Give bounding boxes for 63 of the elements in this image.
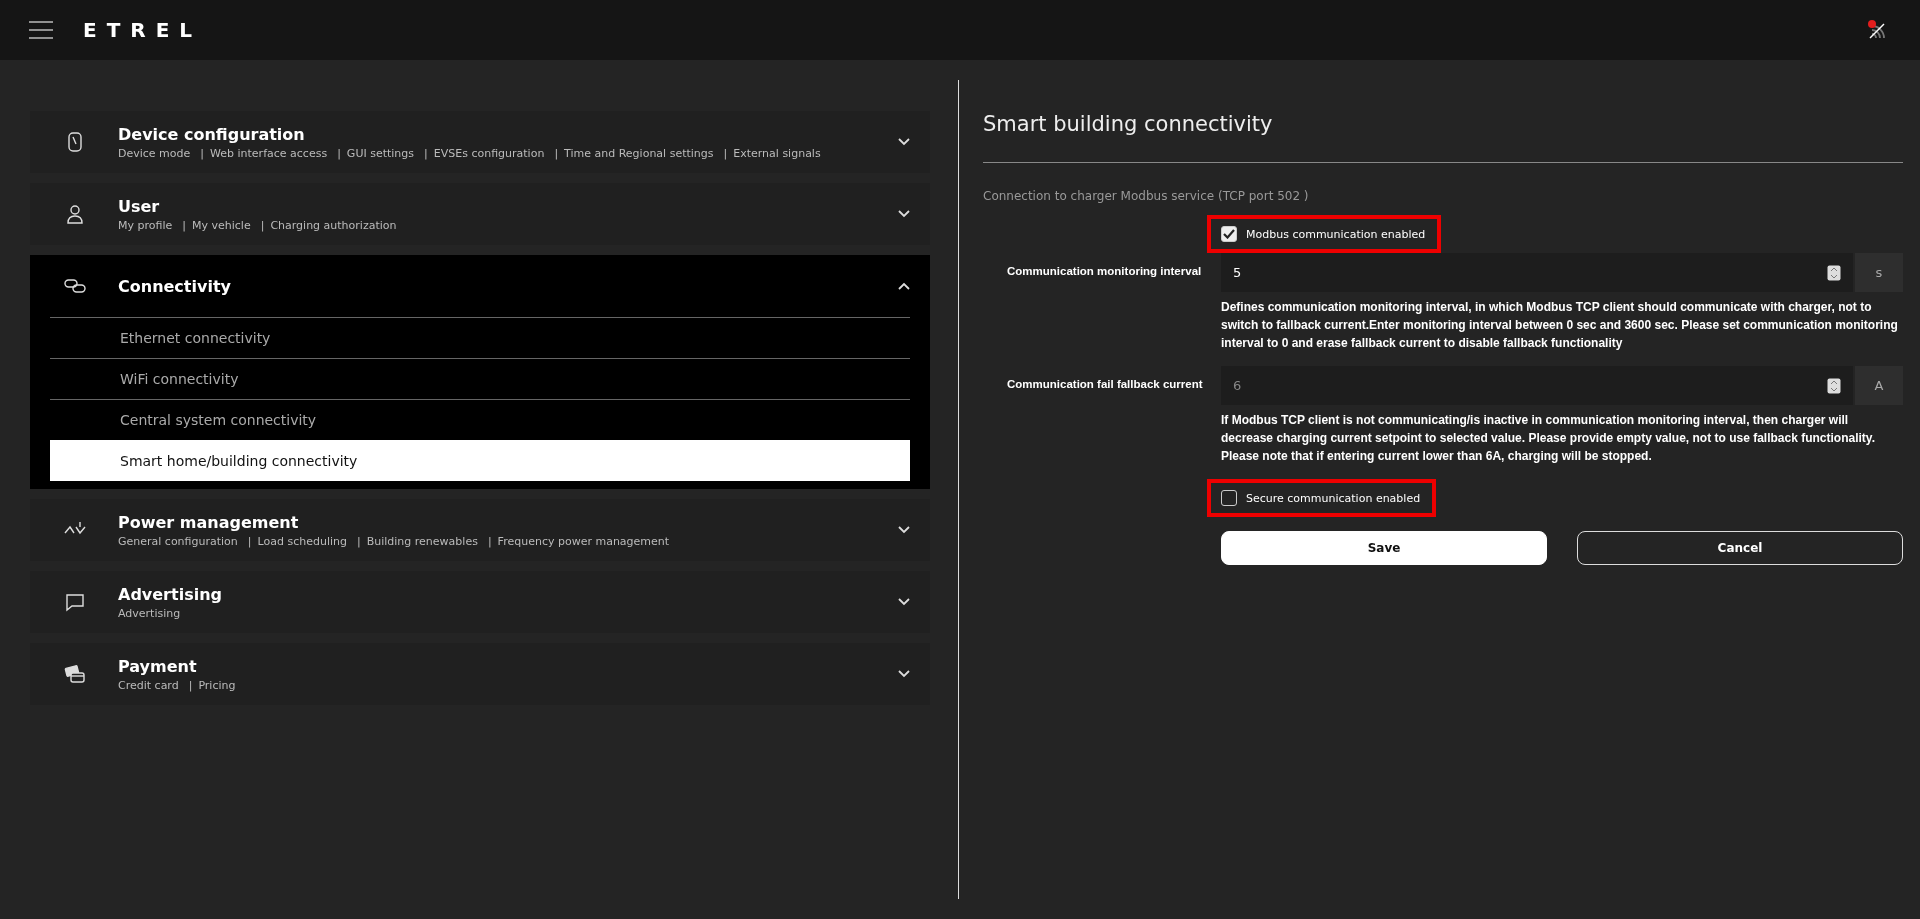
separator: |: [554, 146, 559, 160]
help-text: Defines communication monitoring interval, in which Modbus TCP client should communicate with charger, not to switch to fallback current.Enter monitoring interval between 0 sec and 3600 sec. Please set communication monitoring interval to 0 and erase fallback current to disable fallback functionality: [1221, 299, 1899, 352]
submenu-item[interactable]: Smart home/building connectivity: [50, 440, 910, 481]
section-subtitle: Connection to charger Modbus service (TCP port 502 ): [983, 189, 1310, 203]
section-link[interactable]: Credit card: [118, 678, 179, 692]
section-link[interactable]: GUI settings: [346, 146, 415, 160]
section-link[interactable]: External signals: [733, 146, 821, 160]
checkbox[interactable]: [1221, 490, 1237, 506]
section-title[interactable]: Connectivity: [118, 276, 898, 296]
section-link[interactable]: Frequency power management: [497, 534, 670, 548]
section-link[interactable]: Time and Regional settings: [564, 146, 714, 160]
user-icon: [64, 203, 86, 225]
field-label: Communication fail fallback current: [1006, 377, 1203, 390]
section-link[interactable]: Advertising: [118, 606, 181, 620]
help-text: If Modbus TCP client is not communicating/is inactive in communication monitoring interval, then charger will decrease charging current setpoint to selected value. Please provide empty value, not to use fallback functionality. Please note that if entering current lower than 6A, charging will be stopped.: [1221, 412, 1876, 465]
section-link[interactable]: General configuration: [118, 534, 238, 548]
separator: |: [337, 146, 341, 160]
chevron-down-icon[interactable]: [898, 670, 910, 678]
checkbox-option[interactable]: Secure communication enabled: [1207, 479, 1437, 517]
section-link[interactable]: Charging authorization: [270, 218, 397, 232]
section-link[interactable]: Load scheduling: [257, 534, 347, 548]
section-title[interactable]: Device configuration: [118, 124, 898, 144]
section-title[interactable]: User: [118, 196, 898, 216]
submenu-item[interactable]: WiFi connectivity: [50, 358, 910, 399]
separator: |: [723, 146, 728, 160]
spinner-icon[interactable]: [1827, 264, 1841, 281]
checkbox[interactable]: [1221, 226, 1237, 242]
save-button[interactable]: Save: [1221, 531, 1547, 565]
separator: |: [424, 146, 428, 160]
chat-icon: [64, 591, 86, 613]
section-title[interactable]: Power management: [118, 512, 898, 532]
unit-label: s: [1855, 253, 1903, 292]
section-link[interactable]: Web interface access: [210, 146, 328, 160]
submenu-item[interactable]: Ethernet connectivity: [50, 317, 910, 358]
section-title[interactable]: Advertising: [118, 584, 898, 604]
unit-label: A: [1855, 366, 1903, 405]
separator: |: [247, 534, 252, 548]
section-link[interactable]: My vehicle: [191, 218, 251, 232]
checkbox-option[interactable]: Modbus communication enabled: [1207, 215, 1442, 253]
section-link[interactable]: EVSEs configuration: [433, 146, 545, 160]
chevron-down-icon[interactable]: [898, 598, 910, 606]
section-title[interactable]: Payment: [118, 656, 898, 676]
cards-icon: [64, 663, 86, 685]
chevron-down-icon[interactable]: [898, 138, 910, 146]
page-title: Smart building connectivity: [983, 112, 1274, 136]
separator: |: [182, 218, 186, 232]
separator: |: [357, 534, 361, 548]
section-link[interactable]: Building renewables: [366, 534, 478, 548]
section-link[interactable]: Pricing: [198, 678, 236, 692]
menu-icon[interactable]: [29, 21, 53, 39]
separator: |: [487, 534, 492, 548]
separator: |: [200, 146, 205, 160]
logo: ETREL: [83, 18, 203, 42]
field-label: Communication monitoring interval: [1006, 264, 1202, 277]
separator: |: [188, 678, 193, 692]
chevron-down-icon[interactable]: [898, 526, 910, 534]
separator: |: [260, 218, 265, 232]
chevron-down-icon[interactable]: [898, 210, 910, 218]
chevron-up-icon[interactable]: [898, 282, 910, 290]
section-link[interactable]: Device mode: [118, 146, 191, 160]
cancel-button[interactable]: Cancel: [1577, 531, 1903, 565]
section-link[interactable]: My profile: [118, 218, 173, 232]
number-input[interactable]: 5: [1221, 253, 1853, 292]
